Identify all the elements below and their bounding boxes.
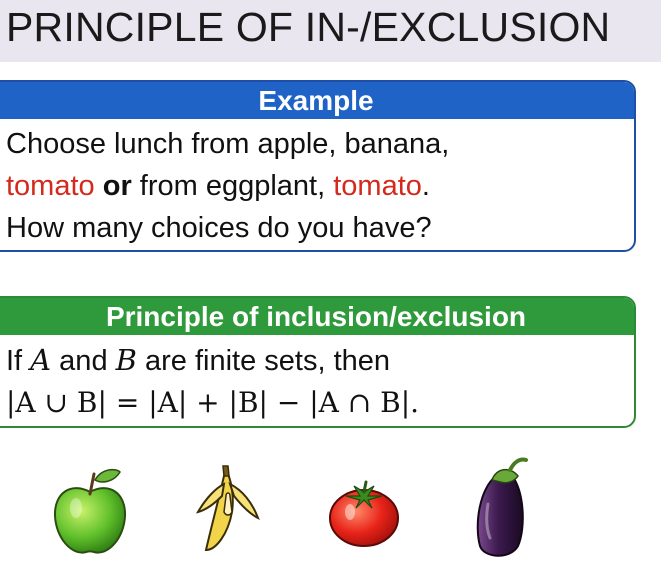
example-box: Example Choose lunch from apple, banana,… (0, 80, 636, 252)
highlight-tomato: tomato (6, 170, 95, 202)
tomato-icon (329, 480, 399, 547)
example-header: Example (0, 82, 634, 119)
apple-icon (53, 468, 127, 554)
example-line-2-text: from eggplant, (131, 170, 334, 202)
rest-text: are finite sets, then (136, 345, 391, 377)
banana-icon (195, 465, 260, 552)
set-a: A (30, 343, 52, 377)
principle-box: Principle of inclusion/exclusion If A an… (0, 296, 636, 428)
or-emphasis: or (94, 170, 132, 202)
title-bar: PRINCIPLE OF IN-/EXCLUSION (0, 0, 661, 62)
example-line-2: tomato or from eggplant, tomato. (6, 165, 634, 207)
example-line-3: How many choices do you have? (6, 212, 432, 244)
principle-body: If A and B are finite sets, then |A ∪ B|… (0, 335, 634, 424)
example-line-2-period: . (421, 170, 430, 202)
eggplant-icon (476, 457, 528, 557)
formula: |A ∪ B| = |A| + |B| − |A ∩ B|. (6, 386, 420, 419)
example-body: Choose lunch from apple, banana, tomato … (0, 119, 634, 249)
if-text: If (6, 345, 31, 377)
highlight-tomato-2: tomato (333, 170, 422, 202)
principle-line-1: If A and B are finite sets, then (6, 339, 634, 382)
page-title: PRINCIPLE OF IN-/EXCLUSION (6, 4, 611, 50)
example-line-1: Choose lunch from apple, banana, (6, 128, 450, 160)
principle-header: Principle of inclusion/exclusion (0, 298, 634, 335)
set-b: B (115, 343, 137, 377)
and-text: and (51, 345, 116, 377)
